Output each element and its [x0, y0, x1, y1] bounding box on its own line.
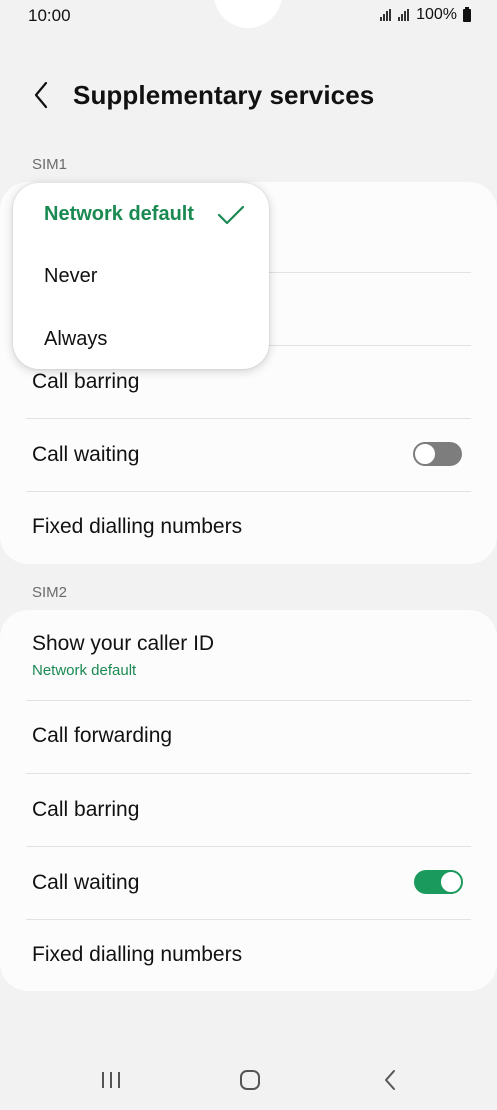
app-header: Supplementary services [0, 70, 497, 122]
caller-id-options-popup: Network default Never Always [13, 183, 269, 369]
item-title: Call waiting [32, 443, 140, 466]
divider [26, 846, 471, 847]
recents-button[interactable] [98, 1066, 124, 1094]
section-label-sim2: SIM2 [32, 584, 68, 601]
system-nav-bar [0, 1050, 497, 1110]
page-title: Supplementary services [73, 80, 375, 110]
divider [26, 418, 471, 419]
signal-sim2-icon [398, 9, 410, 21]
sim2-call-waiting-toggle[interactable] [414, 870, 463, 894]
toggle-knob [413, 442, 437, 466]
sim2-card: Show your caller ID Network default Call… [0, 610, 497, 991]
camera-notch [214, 0, 282, 28]
battery-level: 100% [416, 6, 457, 23]
back-button[interactable] [28, 80, 54, 110]
popup-option-always[interactable]: Always [44, 328, 107, 351]
sim1-item-fixed-dialling[interactable]: Fixed dialling numbers [32, 515, 465, 539]
item-title: Fixed dialling numbers [32, 515, 243, 538]
sim2-item-call-forwarding[interactable]: Call forwarding [32, 724, 465, 748]
section-label-sim1: SIM1 [32, 156, 68, 173]
signal-sim1-icon [380, 9, 392, 21]
item-title: Call barring [32, 798, 140, 821]
sim2-item-caller-id[interactable]: Show your caller ID Network default [32, 632, 465, 679]
popup-option-network-default[interactable]: Network default [44, 203, 194, 226]
divider [26, 700, 471, 701]
status-icons: 100% [380, 6, 471, 24]
check-icon [217, 205, 245, 225]
recents-icon [102, 1072, 120, 1088]
item-title: Call barring [32, 370, 140, 393]
battery-icon [463, 6, 471, 22]
sim1-call-waiting-toggle[interactable] [413, 442, 462, 466]
sim2-item-call-waiting[interactable]: Call waiting [32, 871, 465, 895]
home-icon [240, 1070, 260, 1090]
divider [26, 919, 471, 920]
nav-back-button[interactable] [378, 1066, 402, 1094]
item-subtitle: Network default [32, 662, 137, 679]
chevron-left-icon [34, 81, 48, 109]
status-bar: 10:00 100% [0, 0, 497, 34]
sim1-item-call-barring[interactable]: Call barring [32, 370, 465, 394]
sim1-item-call-waiting[interactable]: Call waiting [32, 443, 465, 467]
item-title: Call forwarding [32, 724, 173, 747]
nav-back-icon [385, 1070, 395, 1090]
popup-option-never[interactable]: Never [44, 265, 97, 288]
divider [26, 491, 471, 492]
sim2-item-fixed-dialling[interactable]: Fixed dialling numbers [32, 943, 465, 967]
home-button[interactable] [236, 1066, 264, 1094]
status-time: 10:00 [28, 6, 71, 25]
sim2-item-call-barring[interactable]: Call barring [32, 798, 465, 822]
item-title: Fixed dialling numbers [32, 943, 243, 966]
item-title: Show your caller ID [32, 632, 215, 655]
item-title: Call waiting [32, 871, 140, 894]
divider [26, 773, 471, 774]
toggle-knob [439, 870, 463, 894]
